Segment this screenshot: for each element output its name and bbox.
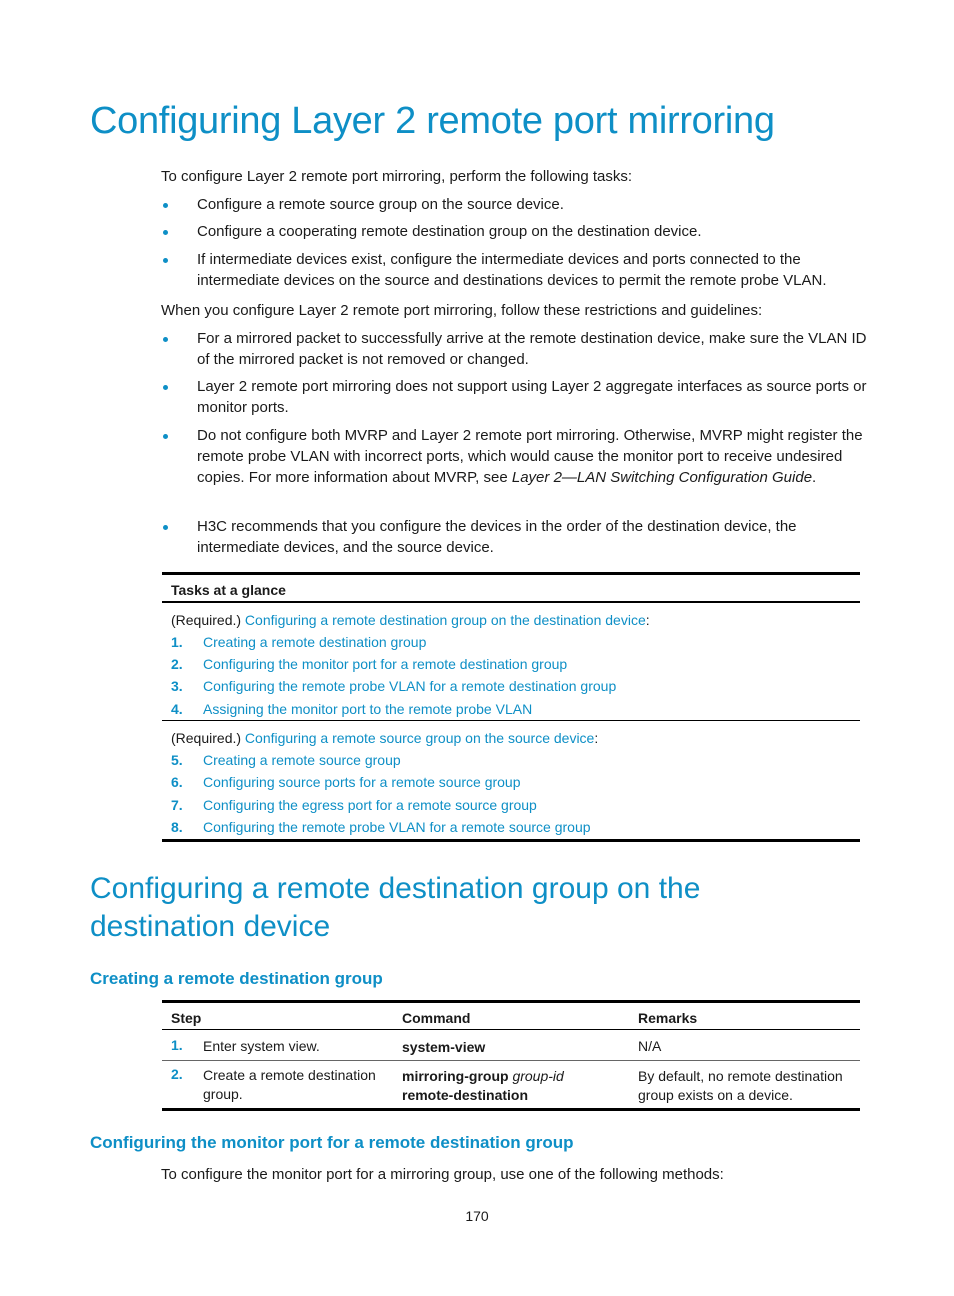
task-item: 7. Configuring the egress port for a remo…	[171, 797, 537, 813]
link-source-group[interactable]: Configuring a remote source group on the…	[245, 730, 594, 746]
task-link[interactable]: Configuring the remote probe VLAN for a …	[203, 819, 591, 835]
bullet-icon	[163, 337, 168, 342]
step-table-header-rule	[162, 1029, 860, 1030]
subsection-title: Configuring the monitor port for a remot…	[90, 1133, 574, 1152]
step-cell: Create a remote destination group.	[203, 1067, 376, 1102]
task-link[interactable]: Configuring the egress port for a remote…	[203, 797, 537, 813]
page-number: 170	[465, 1208, 489, 1224]
task-item: 5. Creating a remote source group	[171, 752, 401, 768]
task-item: 6. Configuring source ports for a remote …	[171, 774, 521, 790]
bullet-icon	[163, 385, 168, 390]
task-link[interactable]: Configuring source ports for a remote so…	[203, 774, 521, 790]
remarks-cell: N/A	[638, 1038, 662, 1054]
tasks-table-header: Tasks at a glance	[171, 582, 286, 598]
task-link[interactable]: Assigning the monitor port to the remote…	[203, 701, 532, 717]
command-cell: mirroring-group group-id remote-destinati…	[402, 1068, 564, 1103]
subsection-intro: To configure the monitor port for a mirr…	[161, 1166, 724, 1183]
column-header-command: Command	[402, 1010, 471, 1026]
table-header-rule	[162, 601, 860, 603]
column-header-step: Step	[171, 1010, 202, 1026]
task-item: 3. Configuring the remote probe VLAN for …	[171, 678, 617, 694]
link-destination-group[interactable]: Configuring a remote destination group o…	[245, 612, 646, 628]
task-item: 2. Configuring the monitor port for a rem…	[171, 656, 568, 672]
bullet-icon	[163, 525, 168, 530]
guide-reference: Layer 2—LAN Switching Configuration Guid…	[511, 469, 813, 486]
task-item: 4. Assigning the monitor port to the remo…	[171, 701, 533, 717]
task-link[interactable]: Configuring the monitor port for a remot…	[203, 656, 567, 672]
table-group-divider	[162, 720, 860, 721]
task-item: 8. Configuring the remote probe VLAN for …	[171, 819, 591, 835]
task-link[interactable]: Creating a remote destination group	[203, 634, 426, 650]
task-link[interactable]: Creating a remote source group	[203, 752, 401, 768]
task-item: 1. Creating a remote destination group	[171, 634, 427, 650]
bullet-icon	[163, 203, 168, 208]
step-table-bottom-rule	[162, 1108, 860, 1111]
column-header-remarks: Remarks	[638, 1010, 698, 1026]
bullet-icon	[163, 230, 168, 235]
table-top-rule	[162, 572, 860, 575]
command-cell: system-view	[402, 1039, 486, 1055]
section-title: Configuring a remote destination group o…	[90, 872, 701, 943]
bullet-icon	[163, 434, 168, 439]
page-title: Configuring Layer 2 remote port mirrorin…	[90, 100, 775, 142]
bullet-icon	[163, 258, 168, 263]
restrictions-intro: When you configure Layer 2 remote port m…	[161, 302, 763, 319]
required-group-destination: (Required.) Configuring a remote destina…	[171, 612, 650, 628]
table-bottom-rule	[162, 839, 860, 842]
row-divider	[162, 1060, 860, 1061]
step-table-top-rule	[162, 1000, 860, 1003]
required-group-source: (Required.) Configuring a remote source …	[171, 730, 599, 746]
remarks-cell: By default, no remote destination group …	[638, 1068, 843, 1103]
intro-text: To configure Layer 2 remote port mirrori…	[161, 168, 633, 185]
step-cell: Enter system view.	[203, 1038, 320, 1054]
subsection-title: Creating a remote destination group	[90, 969, 383, 988]
task-link[interactable]: Configuring the remote probe VLAN for a …	[203, 678, 616, 694]
